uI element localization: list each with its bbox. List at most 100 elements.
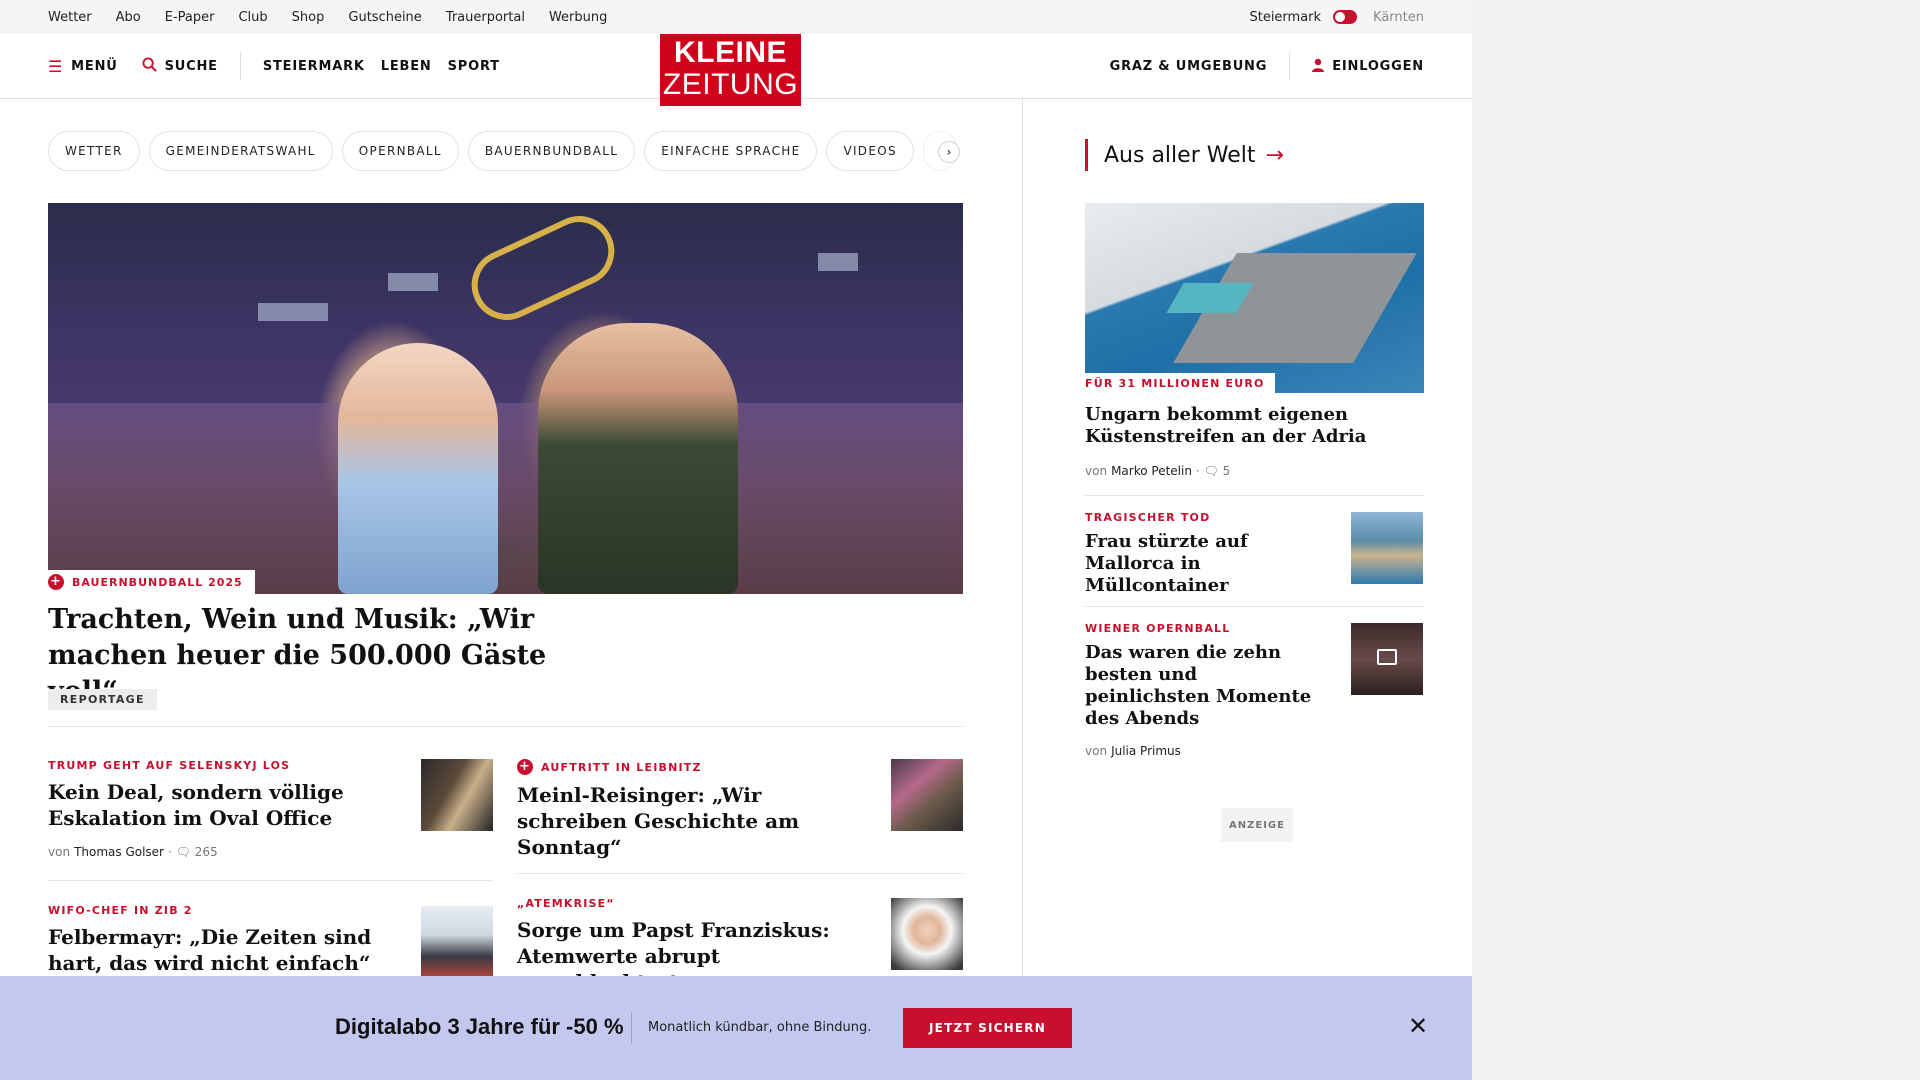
author-link[interactable]: Thomas Golser (74, 845, 164, 859)
divider (517, 873, 963, 874)
plus-icon: + (48, 574, 64, 590)
menu-label: MENÜ (71, 58, 118, 74)
promo-divider (631, 1012, 632, 1044)
article-meta: von Julia Primus (1085, 744, 1325, 758)
plus-icon: + (517, 759, 533, 775)
util-link-werbung[interactable]: Werbung (549, 10, 607, 25)
user-icon (1312, 57, 1325, 76)
util-link-abo[interactable]: Abo (116, 10, 141, 25)
article-title[interactable]: Meinl-Reisinger: „Wir schreiben Geschich… (517, 782, 877, 860)
author-link[interactable]: Julia Primus (1111, 744, 1181, 758)
sidebar-article-2[interactable]: WIENER OPERNBALL Das waren die zehn best… (1085, 622, 1325, 758)
region-kaernten[interactable]: Kärnten (1373, 10, 1424, 25)
nav-sport[interactable]: SPORT (448, 59, 500, 74)
article-kicker: TRAGISCHER TOD (1085, 511, 1211, 524)
nav-steiermark[interactable]: STEIERMARK (263, 59, 365, 74)
article-title[interactable]: Das waren die zehn besten und peinlichst… (1085, 642, 1325, 730)
chevron-right-icon[interactable]: › (938, 141, 960, 163)
hero-kicker: + BAUERNBUNDBALL 2025 (48, 570, 255, 594)
site: Wetter Abo E-Paper Club Shop Gutscheine … (0, 0, 1472, 1080)
util-link-wetter[interactable]: Wetter (48, 10, 92, 25)
thumbnail-mallorca[interactable] (1351, 512, 1423, 584)
thumbnail-oval-office[interactable] (421, 759, 493, 831)
column-divider (1022, 99, 1023, 979)
util-link-epaper[interactable]: E-Paper (165, 10, 215, 25)
reportage-badge: REPORTAGE (48, 689, 157, 710)
article-kicker-text: AUFTRITT IN LEIBNITZ (541, 760, 702, 774)
article-teaser-3[interactable]: WIFO-CHEF IN ZIB 2 Felbermayr: „Die Zeit… (48, 904, 388, 976)
location-selector[interactable]: GRAZ & UMGEBUNG (1110, 59, 1268, 74)
search-label: SUCHE (164, 58, 218, 74)
promo-title: Digitalabo 3 Jahre für -50 % (335, 1014, 624, 1039)
article-title[interactable]: Ungarn bekommt eigenen Küstenstreifen an… (1085, 404, 1415, 448)
byline-prefix: von (1085, 744, 1108, 758)
article-kicker: WIFO-CHEF IN ZIB 2 (48, 904, 193, 917)
divider (48, 880, 493, 881)
article-teaser-2[interactable]: + AUFTRITT IN LEIBNITZ Meinl-Reisinger: „… (517, 759, 877, 860)
sidebar-top-kicker: FÜR 31 MILLIONEN EURO (1085, 373, 1275, 393)
gallery-icon (1377, 649, 1397, 665)
thumbnail-meinl-reisinger[interactable] (891, 759, 963, 831)
login-button[interactable]: EINLOGGEN (1312, 57, 1424, 76)
article-title[interactable]: Kein Deal, sondern völlige Eskalation im… (48, 779, 388, 831)
chip-einfache-sprache[interactable]: EINFACHE SPRACHE (644, 131, 818, 171)
region-switch: Steiermark Kärnten (1249, 0, 1424, 34)
hamburger-icon: ☰ (48, 56, 64, 76)
sidebar-article-1[interactable]: TRAGISCHER TOD Frau stürzte auf Mallorca… (1085, 511, 1325, 597)
thumbnail-opernball[interactable] (1351, 623, 1423, 695)
kleine-zeitung-logo[interactable]: KLEINE ZEITUNG (660, 34, 801, 106)
comment-count-value: 265 (194, 845, 218, 859)
comment-count[interactable]: · 🗨 265 (168, 845, 218, 859)
utility-bar: Wetter Abo E-Paper Club Shop Gutscheine … (0, 0, 1472, 34)
divider (1085, 495, 1424, 496)
sidebar-top-image[interactable] (1085, 203, 1424, 393)
chip-videos[interactable]: VIDEOS (826, 131, 914, 171)
header-nav: STEIERMARK LEBEN SPORT (263, 59, 500, 74)
main-header: ☰ MENÜ SUCHE STEIERMARK LEBEN SPORT KLEI… (0, 34, 1472, 106)
promo-subtitle: Monatlich kündbar, ohne Bindung. (648, 1020, 872, 1035)
region-steiermark[interactable]: Steiermark (1249, 10, 1321, 25)
search-button[interactable]: SUCHE (142, 56, 218, 76)
article-meta: von Thomas Golser · 🗨 265 (48, 845, 388, 859)
arrow-right-icon: → (1265, 142, 1284, 168)
search-icon (142, 56, 157, 76)
chip-bauernbundball[interactable]: BAUERNBUNDBALL (467, 131, 636, 171)
menu-button[interactable]: ☰ MENÜ (48, 57, 118, 76)
article-teaser-1[interactable]: TRUMP GEHT AUF SELENSKYJ LOS Kein Deal, … (48, 759, 388, 859)
sidebar-top-article[interactable]: Ungarn bekommt eigenen Küstenstreifen an… (1085, 404, 1415, 478)
jetzt-sichern-button[interactable]: JETZT SICHERN (903, 1008, 1072, 1048)
chip-opernball[interactable]: OPERNBALL (341, 131, 459, 171)
hero-image[interactable] (48, 203, 963, 594)
util-link-shop[interactable]: Shop (292, 10, 325, 25)
byline-prefix: von (1085, 464, 1108, 478)
chip-wetter[interactable]: WETTER (48, 131, 140, 171)
ad-label: ANZEIGE (1221, 808, 1293, 842)
comment-count[interactable]: · 🗨 5 (1196, 464, 1230, 478)
header-divider-right (1289, 52, 1291, 80)
article-title[interactable]: Frau stürzte auf Mallorca in Müllcontain… (1085, 531, 1325, 597)
nav-leben[interactable]: LEBEN (381, 59, 432, 74)
article-kicker: TRUMP GEHT AUF SELENSKYJ LOS (48, 759, 291, 772)
thumbnail-felbermayr[interactable] (421, 906, 493, 978)
hero-kicker-text: BAUERNBUNDBALL 2025 (72, 575, 243, 589)
util-link-trauerportal[interactable]: Trauerportal (446, 10, 525, 25)
author-link[interactable]: Marko Petelin (1111, 464, 1192, 478)
topic-chips: WETTER GEMEINDERATSWAHL OPERNBALL BAUERN… (48, 131, 964, 171)
chip-gemeinderatswahl[interactable]: GEMEINDERATSWAHL (148, 131, 333, 171)
byline-prefix: von (48, 845, 71, 859)
subscription-banner: Digitalabo 3 Jahre für -50 % Monatlich k… (0, 976, 1472, 1080)
divider (48, 726, 963, 727)
close-icon[interactable]: ✕ (1408, 1014, 1428, 1038)
article-title[interactable]: Felbermayr: „Die Zeiten sind hart, das w… (48, 924, 388, 976)
divider (1085, 606, 1424, 607)
thumbnail-papst[interactable] (891, 898, 963, 970)
util-link-gutscheine[interactable]: Gutscheine (348, 10, 421, 25)
region-toggle[interactable] (1333, 10, 1358, 24)
header-divider (239, 52, 241, 80)
article-meta: von Marko Petelin · 🗨 5 (1085, 464, 1415, 478)
login-label: EINLOGGEN (1332, 58, 1424, 74)
section-heading-aus-aller-welt[interactable]: Aus aller Welt → (1085, 139, 1284, 171)
article-kicker: „ATEMKRISE“ (517, 897, 615, 910)
util-link-club[interactable]: Club (238, 10, 267, 25)
logo-line-2: ZEITUNG (662, 68, 799, 101)
